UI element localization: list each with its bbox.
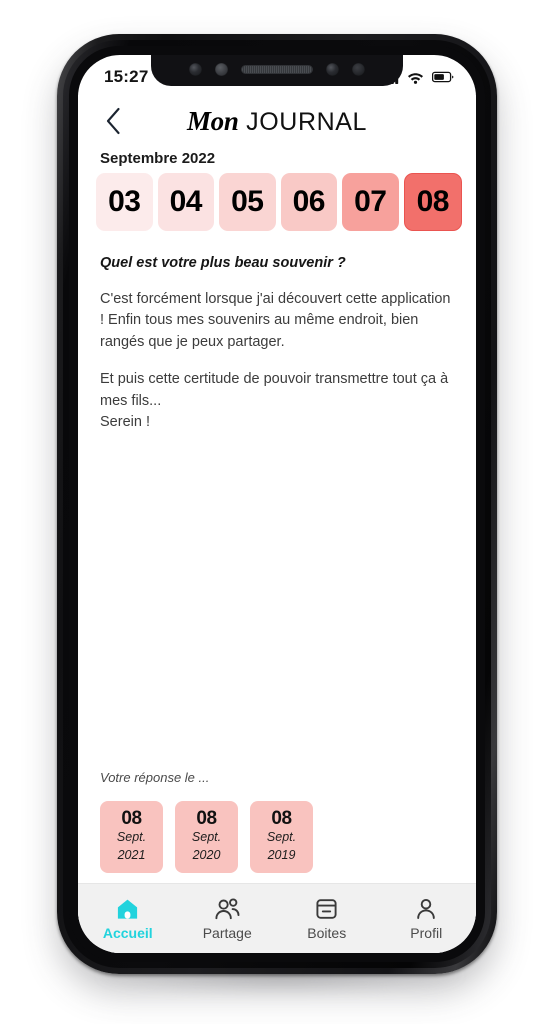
battery-icon (432, 71, 454, 83)
entry-paragraph-2: Et puis cette certitude de pouvoir trans… (100, 371, 449, 431)
person-icon (417, 898, 435, 919)
proximity-sensor-icon (215, 63, 228, 76)
wifi-icon (408, 72, 423, 84)
front-sensor-icon (189, 63, 202, 76)
previous-answer-year: 2019 (267, 847, 296, 862)
previous-answer-day: 08 (121, 808, 142, 830)
archive-box-icon (316, 898, 337, 919)
previous-answer-year: 2021 (117, 847, 146, 862)
day-chip-04[interactable]: 04 (157, 173, 214, 231)
previous-answers-block: Votre réponse le ... 08 Sept. 2021 08 Se… (78, 770, 476, 883)
status-time: 15:27 (104, 67, 149, 86)
earpiece-speaker-icon (241, 65, 313, 74)
previous-answer-card-2021[interactable]: 08 Sept. 2021 (100, 801, 163, 873)
nav-label-partage: Partage (202, 924, 252, 941)
home-icon (118, 899, 138, 919)
page-title: Mon JOURNAL (78, 106, 476, 137)
people-icon (215, 897, 240, 919)
screenshot-scene: 15:27 Mon JOURNAL Septembre 2022 03 04 0… (0, 0, 554, 1024)
nav-label-accueil: Accueil (102, 924, 153, 941)
nav-label-profil: Profil (410, 924, 443, 941)
previous-answers-list: 08 Sept. 2021 08 Sept. 2020 08 Sept. 201… (100, 801, 454, 873)
previous-answer-card-2020[interactable]: 08 Sept. 2020 (175, 801, 238, 873)
month-label: Septembre 2022 (100, 150, 216, 167)
app-content: Mon JOURNAL Septembre 2022 03 04 05 06 0… (78, 95, 476, 953)
previous-answer-month: Sept. (116, 830, 147, 845)
previous-answer-year: 2020 (192, 847, 221, 862)
nav-label-boites: Boites (307, 924, 347, 941)
phone-screen: 15:27 Mon JOURNAL Septembre 2022 03 04 0… (78, 55, 476, 953)
page-title-rest: JOURNAL (238, 107, 368, 136)
journal-entry-body: C'est forcément lorsque j'ai découvert c… (78, 271, 476, 770)
previous-answer-card-2019[interactable]: 08 Sept. 2019 (250, 801, 313, 873)
journal-question: Quel est votre plus beau souvenir ? (100, 255, 346, 271)
day-chip-08[interactable]: 08 (403, 173, 462, 231)
nav-item-partage[interactable]: Partage (178, 897, 278, 941)
day-chip-07[interactable]: 07 (342, 173, 399, 231)
day-selector-strip[interactable]: 03 04 05 06 07 08 (78, 173, 476, 231)
previous-answers-label: Votre réponse le ... (100, 770, 210, 785)
app-header: Mon JOURNAL (78, 95, 476, 147)
nav-item-accueil[interactable]: Accueil (78, 897, 178, 941)
ambient-sensor-icon (352, 63, 365, 76)
day-chip-03[interactable]: 03 (96, 173, 153, 231)
previous-answer-day: 08 (196, 808, 217, 830)
bottom-navigation-bar: Accueil Partage Boites Profil (78, 883, 476, 953)
chevron-left-icon (106, 107, 120, 135)
nav-item-boites[interactable]: Boites (277, 897, 377, 941)
nav-item-profil[interactable]: Profil (377, 897, 477, 941)
front-camera-icon (326, 63, 339, 76)
day-chip-06[interactable]: 06 (280, 173, 337, 231)
previous-answer-day: 08 (271, 808, 292, 830)
previous-answer-month: Sept. (191, 830, 222, 845)
page-title-accent: Mon (186, 105, 239, 136)
day-chip-05[interactable]: 05 (219, 173, 276, 231)
previous-answer-month: Sept. (266, 830, 297, 845)
back-button[interactable] (96, 104, 130, 138)
phone-device-frame: 15:27 Mon JOURNAL Septembre 2022 03 04 0… (57, 34, 497, 974)
entry-paragraph-1: C'est forcément lorsque j'ai découvert c… (100, 291, 451, 350)
phone-notch (151, 55, 403, 86)
